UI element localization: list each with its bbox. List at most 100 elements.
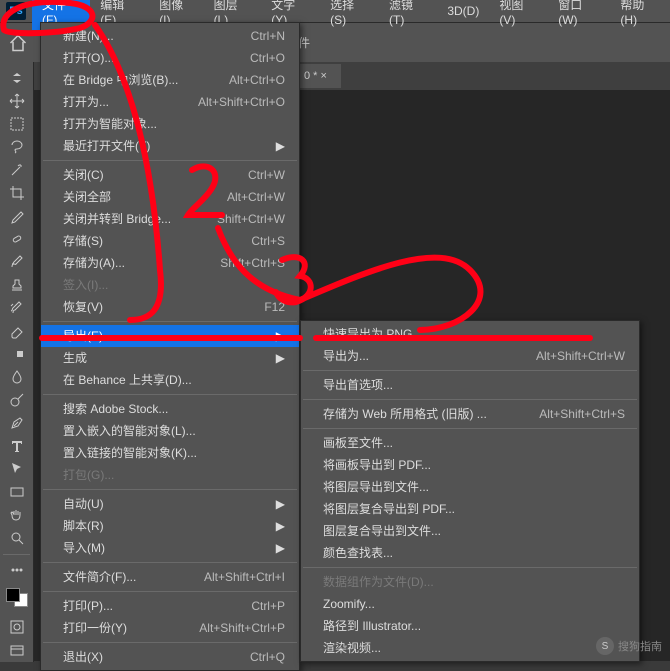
type-tool-icon[interactable] (2, 436, 32, 457)
home-icon[interactable] (8, 33, 28, 53)
submenu-render-video[interactable]: 渲染视频... (301, 637, 639, 659)
crop-tool-icon[interactable] (2, 182, 32, 203)
separator (43, 160, 297, 161)
menu-adobe-stock[interactable]: 搜索 Adobe Stock... (41, 398, 299, 420)
menu-help[interactable]: 帮助(H) (610, 0, 670, 30)
menu-open-smart[interactable]: 打开为智能对象... (41, 113, 299, 135)
dodge-tool-icon[interactable] (2, 389, 32, 410)
file-menu-dropdown: 新建(N)...Ctrl+N 打开(O)...Ctrl+O 在 Bridge 中… (40, 22, 300, 671)
menubar: Ps 文件(F) 编辑(E) 图像(I) 图层(L) 文字(Y) 选择(S) 滤… (0, 0, 670, 22)
menu-window[interactable]: 窗口(W) (548, 0, 610, 30)
menu-print-one[interactable]: 打印一份(Y)Alt+Shift+Ctrl+P (41, 617, 299, 639)
menu-generate[interactable]: 生成▶ (41, 347, 299, 369)
history-brush-icon[interactable] (2, 297, 32, 318)
edit-toolbar-icon[interactable] (2, 560, 32, 581)
menu-package: 打包(G)... (41, 464, 299, 486)
app-logo: Ps (6, 2, 26, 20)
menu-print[interactable]: 打印(P)...Ctrl+P (41, 595, 299, 617)
menu-place-embedded[interactable]: 置入嵌入的智能对象(L)... (41, 420, 299, 442)
submenu-color-lookup[interactable]: 颜色查找表... (301, 542, 639, 564)
eraser-tool-icon[interactable] (2, 320, 32, 341)
menu-checkin: 签入(I)... (41, 274, 299, 296)
submenu-layers-files[interactable]: 将图层导出到文件... (301, 476, 639, 498)
separator (43, 562, 297, 563)
menu-file-info[interactable]: 文件简介(F)...Alt+Shift+Ctrl+I (41, 566, 299, 588)
separator (43, 642, 297, 643)
menu-scripts[interactable]: 脚本(R)▶ (41, 515, 299, 537)
chevron-right-icon: ▶ (266, 496, 285, 512)
menu-automate[interactable]: 自动(U)▶ (41, 493, 299, 515)
eyedropper-tool-icon[interactable] (2, 205, 32, 226)
menu-save-as[interactable]: 存储为(A)...Shift+Ctrl+S (41, 252, 299, 274)
wand-tool-icon[interactable] (2, 159, 32, 180)
submenu-layercomps-pdf[interactable]: 将图层复合导出到 PDF... (301, 498, 639, 520)
submenu-datasets: 数据组作为文件(D)... (301, 571, 639, 593)
menu-browse-bridge[interactable]: 在 Bridge 中浏览(B)...Alt+Ctrl+O (41, 69, 299, 91)
submenu-save-for-web[interactable]: 存储为 Web 所用格式 (旧版) ...Alt+Shift+Ctrl+S (301, 403, 639, 425)
chevron-right-icon: ▶ (266, 350, 285, 366)
menu-exit[interactable]: 退出(X)Ctrl+Q (41, 646, 299, 668)
menu-open[interactable]: 打开(O)...Ctrl+O (41, 47, 299, 69)
stamp-tool-icon[interactable] (2, 274, 32, 295)
color-swatches[interactable] (6, 588, 28, 607)
watermark-icon: S (596, 637, 614, 655)
submenu-artboards-files[interactable]: 画板至文件... (301, 432, 639, 454)
separator (303, 567, 637, 568)
submenu-export-prefs[interactable]: 导出首选项... (301, 374, 639, 396)
blur-tool-icon[interactable] (2, 366, 32, 387)
menu-filter[interactable]: 滤镜(T) (379, 0, 437, 30)
chevron-right-icon: ▶ (266, 328, 285, 344)
hand-tool-icon[interactable] (2, 505, 32, 526)
submenu-artboards-pdf[interactable]: 将画板导出到 PDF... (301, 454, 639, 476)
watermark: S 搜狗指南 (596, 637, 662, 655)
menu-save[interactable]: 存储(S)Ctrl+S (41, 230, 299, 252)
submenu-layercomps-files[interactable]: 图层复合导出到文件... (301, 520, 639, 542)
separator (43, 394, 297, 395)
marquee-tool-icon[interactable] (2, 113, 32, 134)
submenu-zoomify[interactable]: Zoomify... (301, 593, 639, 615)
submenu-export-as[interactable]: 导出为...Alt+Shift+Ctrl+W (301, 345, 639, 367)
menu-new[interactable]: 新建(N)...Ctrl+N (41, 25, 299, 47)
menu-close-bridge[interactable]: 关闭并转到 Bridge...Shift+Ctrl+W (41, 208, 299, 230)
menu-import[interactable]: 导入(M)▶ (41, 537, 299, 559)
chevron-right-icon: ▶ (266, 138, 285, 154)
separator (43, 591, 297, 592)
separator (3, 554, 29, 555)
menu-export[interactable]: 导出(E)▶ (41, 325, 299, 347)
menu-recent[interactable]: 最近打开文件(T)▶ (41, 135, 299, 157)
screenmode-icon[interactable] (2, 640, 32, 661)
menu-place-linked[interactable]: 置入链接的智能对象(K)... (41, 442, 299, 464)
menu-3d[interactable]: 3D(D) (437, 1, 489, 21)
chevron-right-icon: ▶ (266, 518, 285, 534)
collapse-icon[interactable] (2, 67, 32, 88)
menu-close-all[interactable]: 关闭全部Alt+Ctrl+W (41, 186, 299, 208)
pen-tool-icon[interactable] (2, 412, 32, 433)
separator (303, 399, 637, 400)
submenu-paths-illustrator[interactable]: 路径到 Illustrator... (301, 615, 639, 637)
healing-tool-icon[interactable] (2, 228, 32, 249)
menu-behance[interactable]: 在 Behance 上共享(D)... (41, 369, 299, 391)
menu-open-as[interactable]: 打开为...Alt+Shift+Ctrl+O (41, 91, 299, 113)
path-select-icon[interactable] (2, 459, 32, 480)
chevron-right-icon: ▶ (266, 540, 285, 556)
brush-tool-icon[interactable] (2, 251, 32, 272)
foreground-swatch[interactable] (6, 588, 20, 602)
zoom-tool-icon[interactable] (2, 528, 32, 549)
watermark-text: 搜狗指南 (618, 638, 662, 654)
menu-select[interactable]: 选择(S) (320, 0, 379, 30)
submenu-quick-export-png[interactable]: 快速导出为 PNG (301, 323, 639, 345)
separator (43, 321, 297, 322)
gradient-tool-icon[interactable] (2, 343, 32, 364)
export-submenu: 快速导出为 PNG 导出为...Alt+Shift+Ctrl+W 导出首选项..… (300, 320, 640, 662)
quickmask-icon[interactable] (2, 617, 32, 638)
separator (303, 370, 637, 371)
lasso-tool-icon[interactable] (2, 136, 32, 157)
tool-palette (0, 62, 34, 662)
separator (303, 428, 637, 429)
menu-close[interactable]: 关闭(C)Ctrl+W (41, 164, 299, 186)
separator (43, 489, 297, 490)
move-tool-icon[interactable] (2, 90, 32, 111)
rectangle-tool-icon[interactable] (2, 482, 32, 503)
menu-view[interactable]: 视图(V) (489, 0, 548, 30)
menu-revert[interactable]: 恢复(V)F12 (41, 296, 299, 318)
